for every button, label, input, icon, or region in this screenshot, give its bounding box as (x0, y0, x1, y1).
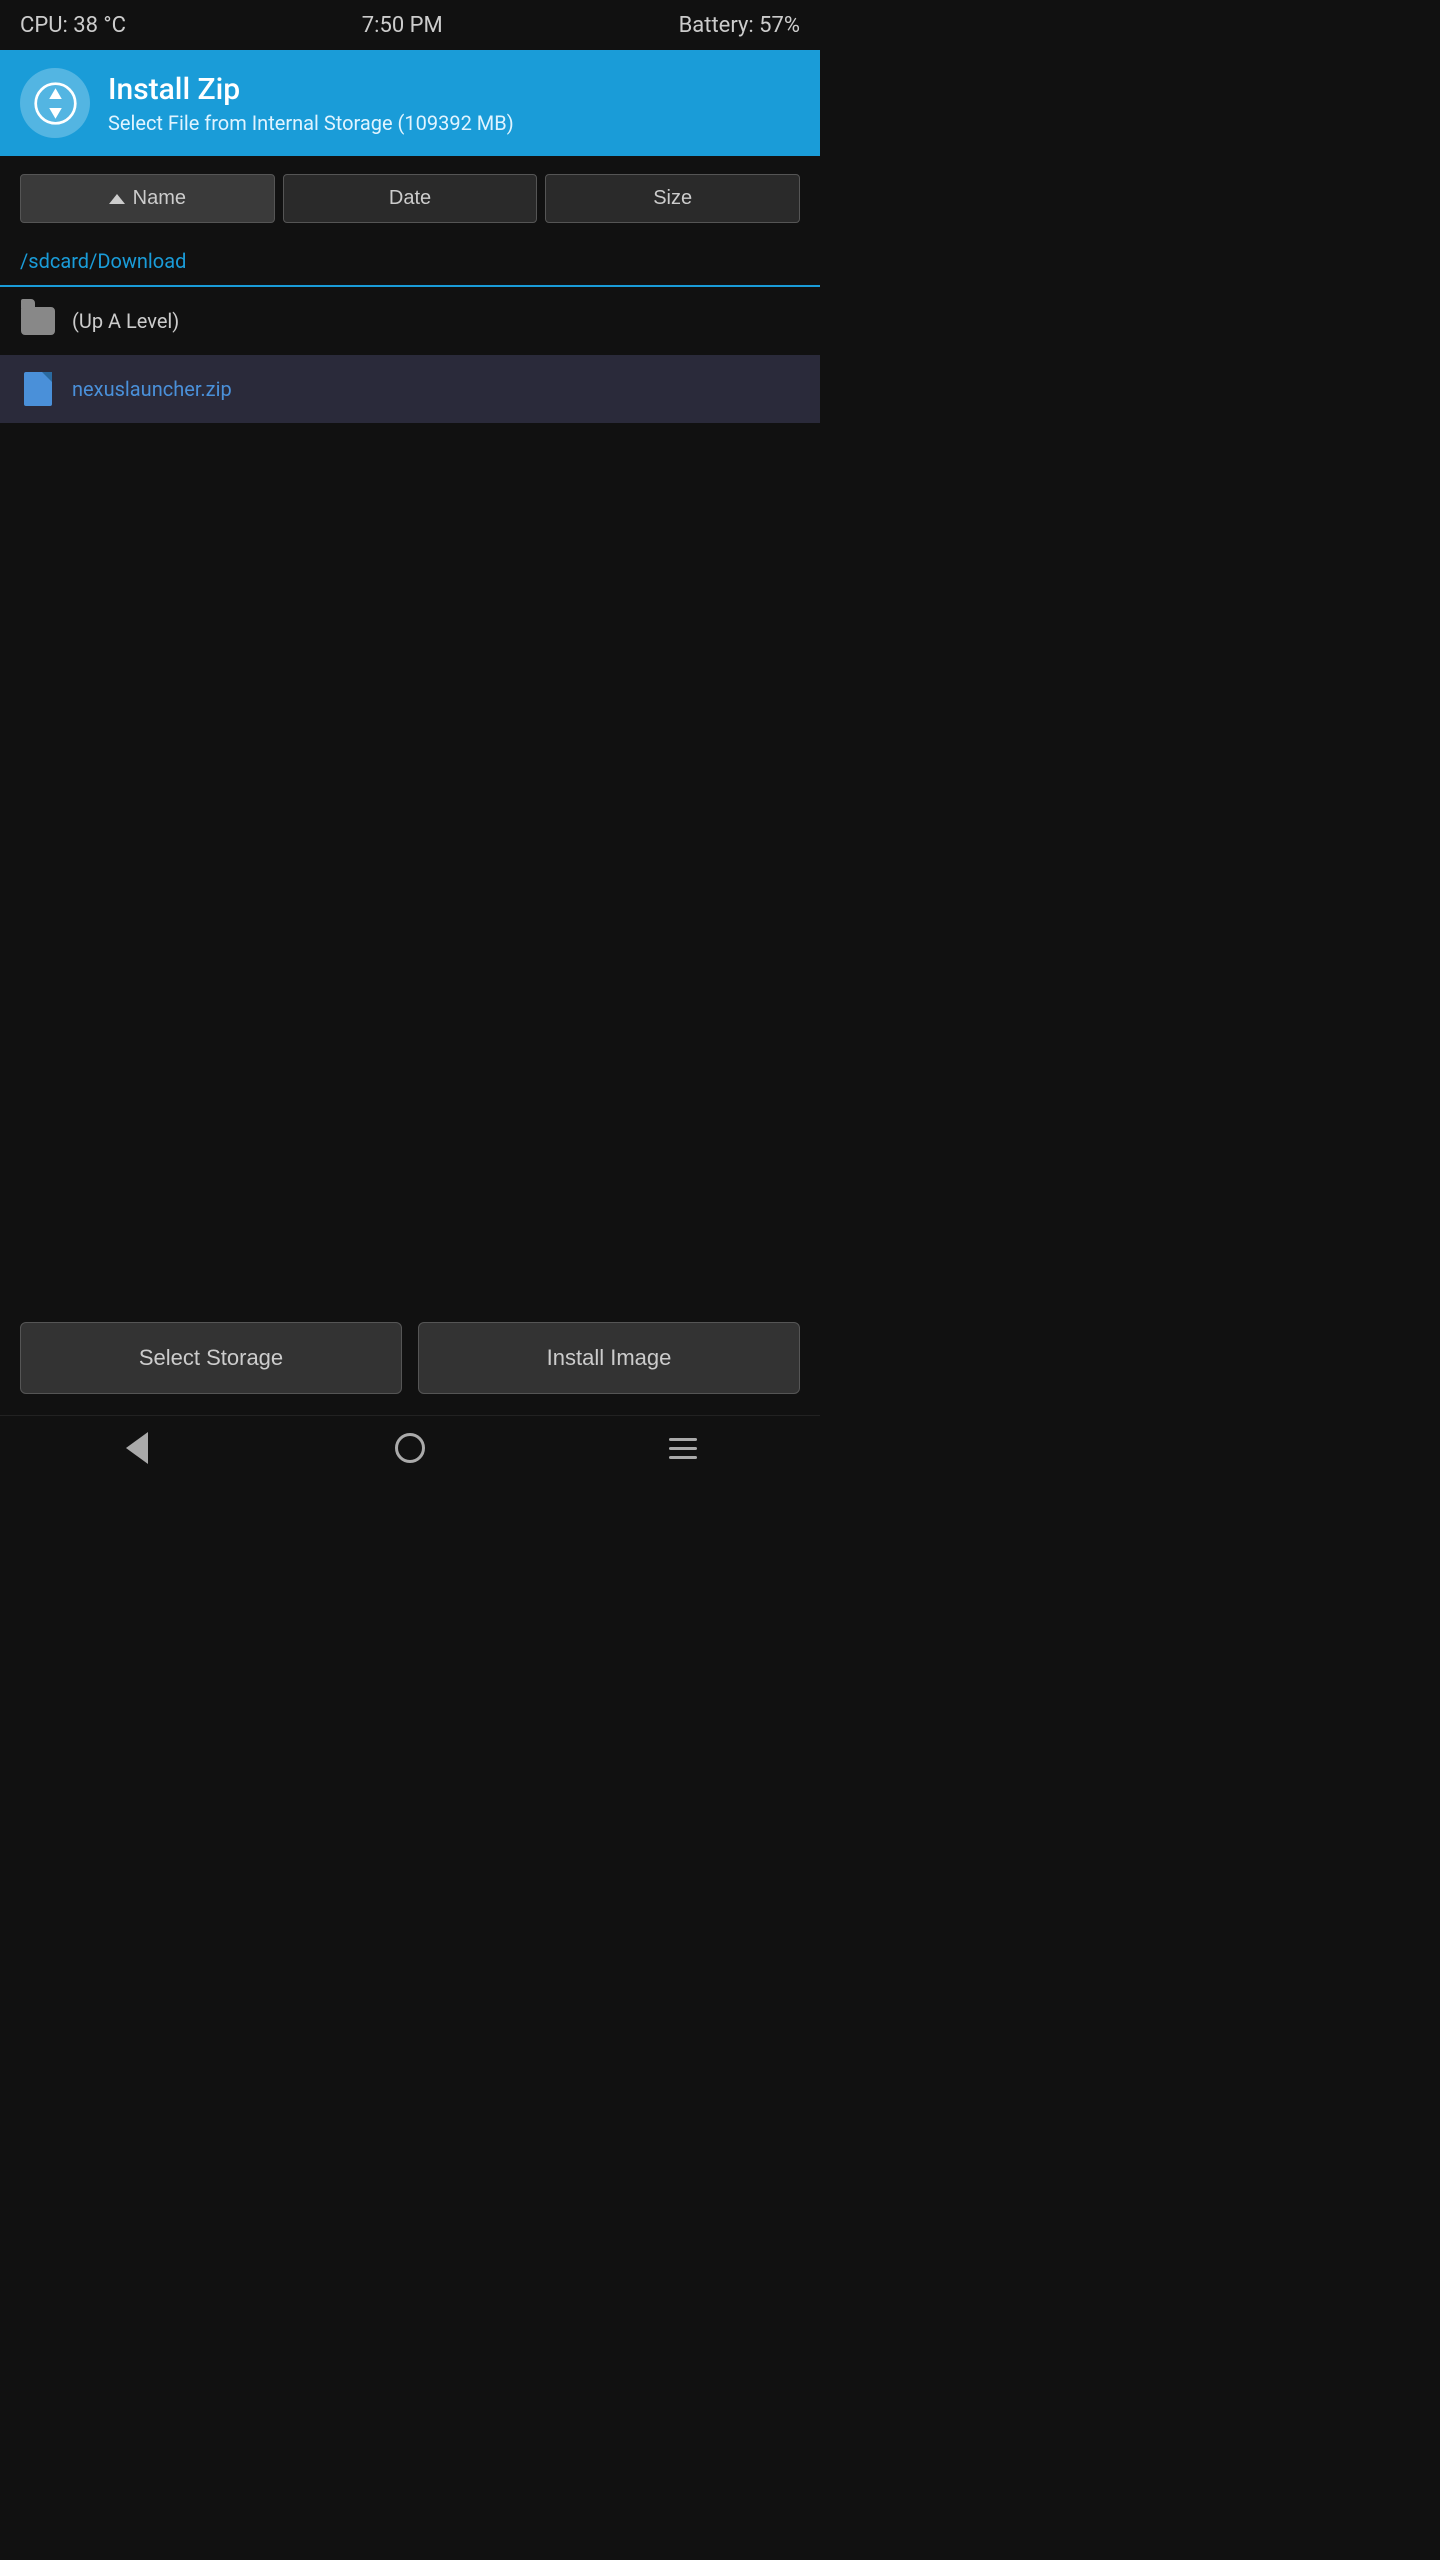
select-storage-button[interactable]: Select Storage (20, 1322, 402, 1394)
list-item[interactable]: (Up A Level) (0, 287, 820, 355)
list-item[interactable]: nexuslauncher.zip (0, 355, 820, 423)
sort-date-button[interactable]: Date (283, 174, 538, 223)
cpu-text: CPU: 38 °C (20, 13, 126, 38)
battery-text: Battery: 57% (679, 13, 800, 38)
app-icon (20, 68, 90, 138)
menu-icon (669, 1438, 697, 1459)
home-icon (395, 1433, 425, 1463)
install-image-button[interactable]: Install Image (418, 1322, 800, 1394)
header-text-container: Install Zip Select File from Internal St… (108, 72, 514, 135)
sort-arrow-icon (109, 194, 125, 204)
file-icon (20, 371, 56, 407)
file-item-name: (Up A Level) (72, 309, 179, 333)
sort-date-label: Date (389, 187, 431, 210)
file-item-name: nexuslauncher.zip (72, 377, 232, 401)
bottom-bar: Select Storage Install Image (0, 1306, 820, 1410)
back-button[interactable] (107, 1418, 167, 1478)
sort-name-button[interactable]: Name (20, 174, 275, 223)
menu-button[interactable] (653, 1418, 713, 1478)
sort-bar: Name Date Size (0, 156, 820, 241)
sort-size-label: Size (653, 187, 692, 210)
back-icon (126, 1432, 148, 1464)
sort-name-label: Name (133, 187, 186, 210)
time-text: 7:50 PM (362, 13, 443, 38)
home-button[interactable] (380, 1418, 440, 1478)
app-title: Install Zip (108, 72, 514, 107)
status-bar: CPU: 38 °C 7:50 PM Battery: 57% (0, 0, 820, 50)
sort-size-button[interactable]: Size (545, 174, 800, 223)
path-bar: /sdcard/Download (0, 241, 820, 287)
current-path: /sdcard/Download (20, 249, 186, 273)
app-subtitle: Select File from Internal Storage (10939… (108, 111, 514, 135)
app-header: Install Zip Select File from Internal St… (0, 50, 820, 156)
folder-icon (20, 303, 56, 339)
nav-bar (0, 1415, 820, 1480)
file-list: (Up A Level) nexuslauncher.zip (0, 287, 820, 423)
